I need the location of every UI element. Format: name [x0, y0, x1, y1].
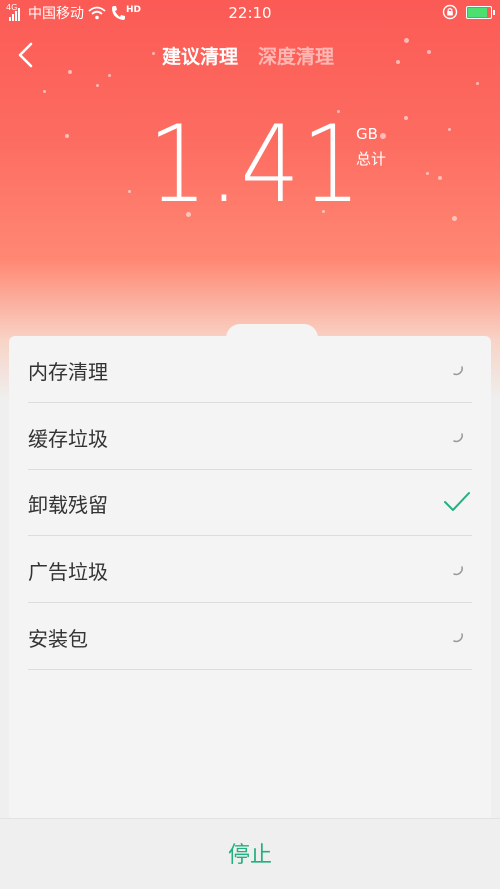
list-item-label: 内存清理 [28, 360, 108, 384]
status-time: 22:10 [228, 4, 272, 22]
particle [452, 216, 457, 221]
list-item-label: 卸载残留 [28, 493, 108, 517]
particle [448, 128, 451, 131]
list-item-label: 广告垃圾 [28, 560, 108, 584]
list-item-label: 缓存垃圾 [28, 427, 108, 451]
tab-suggested-clean[interactable]: 建议清理 [162, 42, 238, 69]
list-item-ad-junk[interactable]: 广告垃圾 [28, 536, 472, 603]
loading-spinner-icon [442, 354, 472, 384]
list-item-uninstall-residue[interactable]: 卸载残留 [28, 469, 472, 536]
list-item-install-packages[interactable]: 安装包 [28, 603, 472, 670]
battery-icon [466, 5, 495, 19]
particle [380, 133, 386, 139]
loading-spinner-icon [442, 421, 472, 451]
particle [426, 172, 429, 175]
top-navigation: 建议清理 深度清理 [0, 34, 500, 74]
junk-size-unit: GB [356, 125, 378, 143]
list-item-cache-junk[interactable]: 缓存垃圾 [28, 403, 472, 470]
loading-spinner-icon [442, 621, 472, 651]
tab-deep-clean[interactable]: 深度清理 [258, 42, 334, 69]
particle [128, 190, 131, 193]
particle [96, 84, 99, 87]
bottom-action-bar: 停止 [0, 818, 500, 889]
scan-list-card: 内存清理 缓存垃圾 卸载残留 广告垃圾 安装包 [9, 336, 491, 836]
particle [438, 176, 442, 180]
particle [404, 116, 408, 120]
particle [108, 74, 111, 77]
loading-spinner-icon [442, 554, 472, 584]
stop-button[interactable]: 停止 [0, 837, 500, 869]
particle [65, 134, 69, 138]
list-item-memory-clean[interactable]: 内存清理 [28, 336, 472, 403]
junk-size-value: 1.41 [148, 103, 363, 226]
checkmark-icon [442, 487, 472, 517]
status-bar: 4G 中国移动 HD 22:10 [0, 0, 500, 26]
chevron-left-icon [18, 42, 33, 68]
particle [43, 90, 46, 93]
junk-size-label: 总计 [356, 150, 387, 168]
back-button[interactable] [12, 38, 42, 70]
list-item-label: 安装包 [28, 627, 88, 651]
particle [476, 82, 479, 85]
rotation-lock-icon [442, 4, 458, 20]
